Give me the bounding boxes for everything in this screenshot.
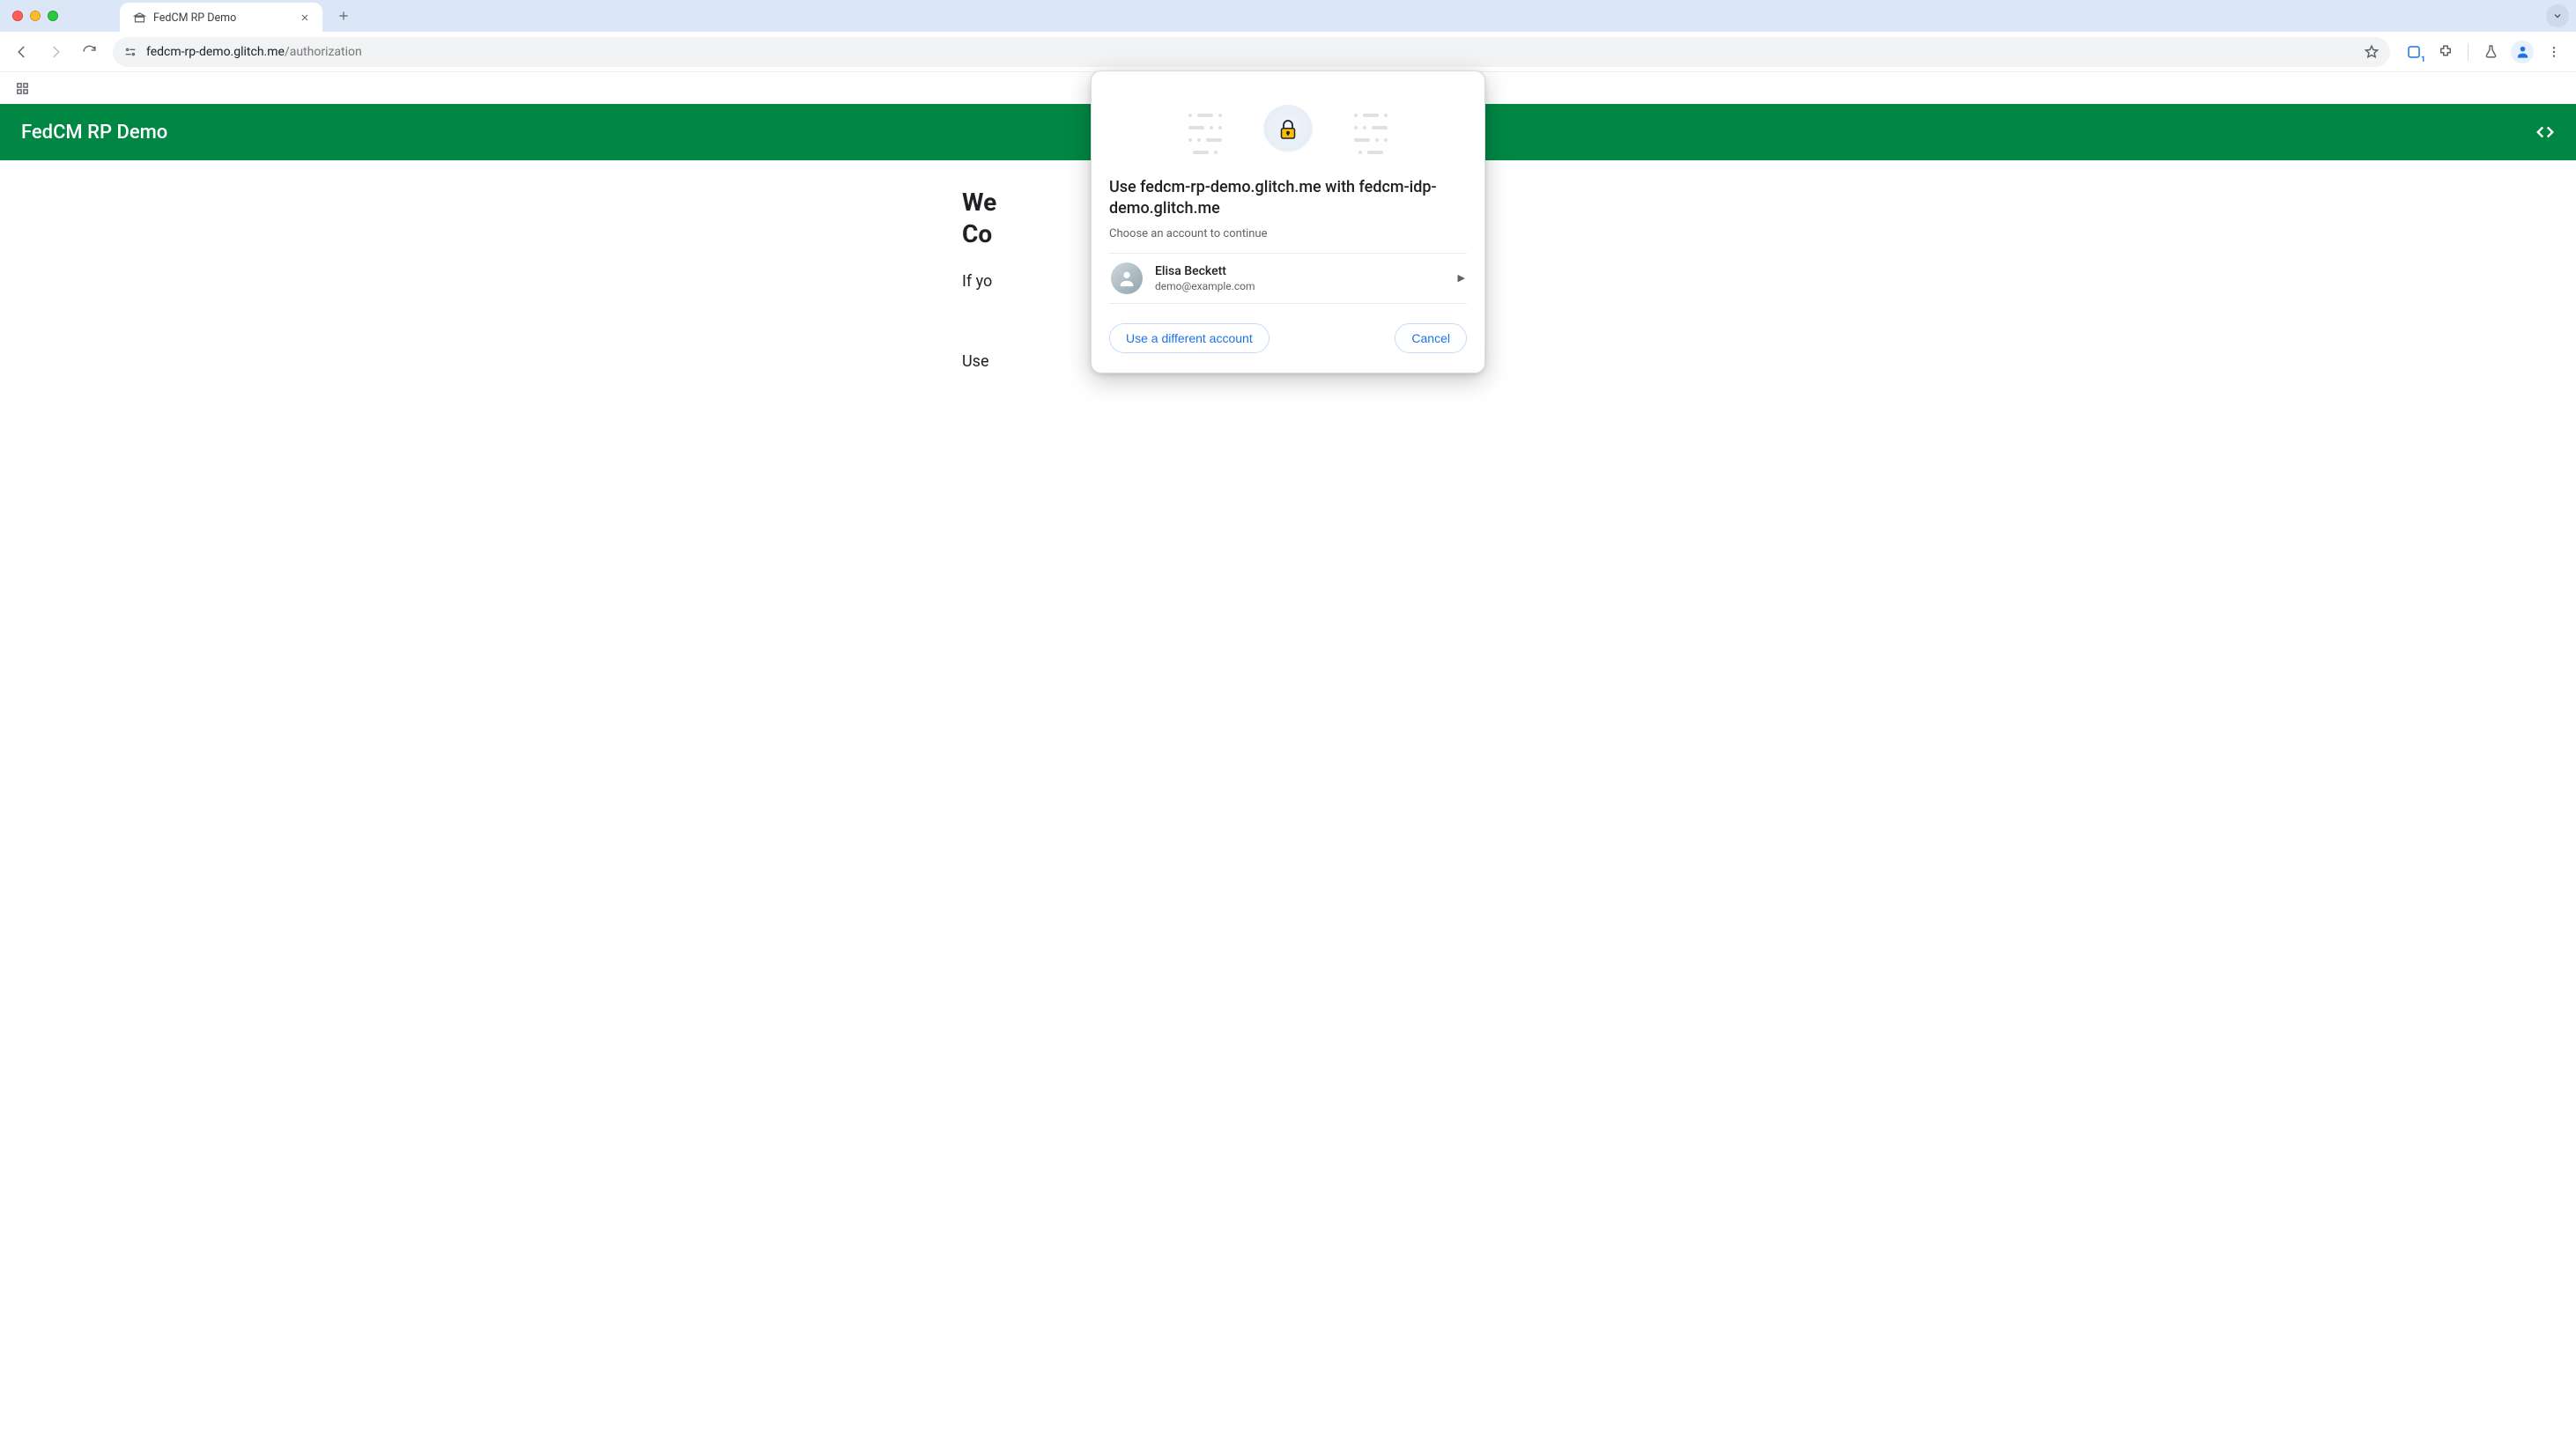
- extensions-icon[interactable]: [2431, 37, 2461, 67]
- page-viewport: FedCM RP Demo We Co If yo -in on t Use o…: [0, 104, 2576, 1448]
- account-row[interactable]: Elisa Beckett demo@example.com ▶: [1109, 253, 1467, 304]
- url-text: fedcm-rp-demo.glitch.me/authorization: [146, 45, 362, 59]
- use-other-account-button[interactable]: Use a different account: [1109, 323, 1269, 353]
- window-titlebar: FedCM RP Demo: [0, 0, 2576, 32]
- window-minimize-button[interactable]: [30, 11, 41, 21]
- account-name: Elisa Beckett: [1155, 264, 1255, 278]
- site-title: FedCM RP Demo: [21, 122, 167, 144]
- tab-close-button[interactable]: [300, 12, 310, 23]
- apps-grid-icon[interactable]: [7, 73, 37, 103]
- account-info: Elisa Beckett demo@example.com: [1155, 264, 1255, 292]
- profile-button[interactable]: [2507, 37, 2537, 67]
- traffic-lights: [12, 11, 58, 21]
- bookmark-star-icon[interactable]: [2364, 44, 2380, 60]
- dialog-actions: Use a different account Cancel: [1092, 304, 1484, 357]
- fedcm-dialog: Use fedcm-rp-demo.glitch.me with fedcm-i…: [1091, 70, 1485, 373]
- extension-badge-count: 1: [2421, 55, 2425, 64]
- dialog-subtitle: Choose an account to continue: [1092, 220, 1484, 253]
- browser-toolbar: fedcm-rp-demo.glitch.me/authorization 1: [0, 32, 2576, 72]
- account-avatar: [1111, 262, 1143, 294]
- bank-icon: [132, 11, 146, 25]
- nav-back-button[interactable]: [7, 37, 37, 67]
- cancel-button[interactable]: Cancel: [1395, 323, 1467, 353]
- address-bar[interactable]: fedcm-rp-demo.glitch.me/authorization: [113, 37, 2390, 67]
- decorative-dots-left: [1152, 105, 1258, 189]
- extension-devtools-icon[interactable]: 1: [2399, 37, 2429, 67]
- code-icon[interactable]: [2535, 122, 2555, 142]
- window-zoom-button[interactable]: [48, 11, 58, 21]
- tab-search-button[interactable]: [2546, 4, 2569, 27]
- nav-reload-button[interactable]: [74, 37, 104, 67]
- account-email: demo@example.com: [1155, 280, 1255, 292]
- browser-tab[interactable]: FedCM RP Demo: [120, 3, 322, 33]
- toolbar-right-icons: 1: [2399, 37, 2569, 67]
- toolbar-separator: [2468, 43, 2469, 61]
- dialog-title: Use fedcm-rp-demo.glitch.me with fedcm-i…: [1092, 177, 1484, 220]
- tab-title: FedCM RP Demo: [153, 11, 292, 25]
- lock-badge-icon: [1263, 105, 1313, 154]
- dialog-illustration: [1092, 87, 1484, 172]
- window-close-button[interactable]: [12, 11, 23, 21]
- labs-icon[interactable]: [2476, 37, 2506, 67]
- nav-forward-button[interactable]: [41, 37, 70, 67]
- new-tab-button[interactable]: [331, 4, 356, 28]
- decorative-dots-right: [1318, 105, 1424, 189]
- chevron-right-icon: ▶: [1458, 272, 1465, 284]
- site-settings-icon[interactable]: [123, 45, 137, 59]
- kebab-menu-icon[interactable]: [2539, 37, 2569, 67]
